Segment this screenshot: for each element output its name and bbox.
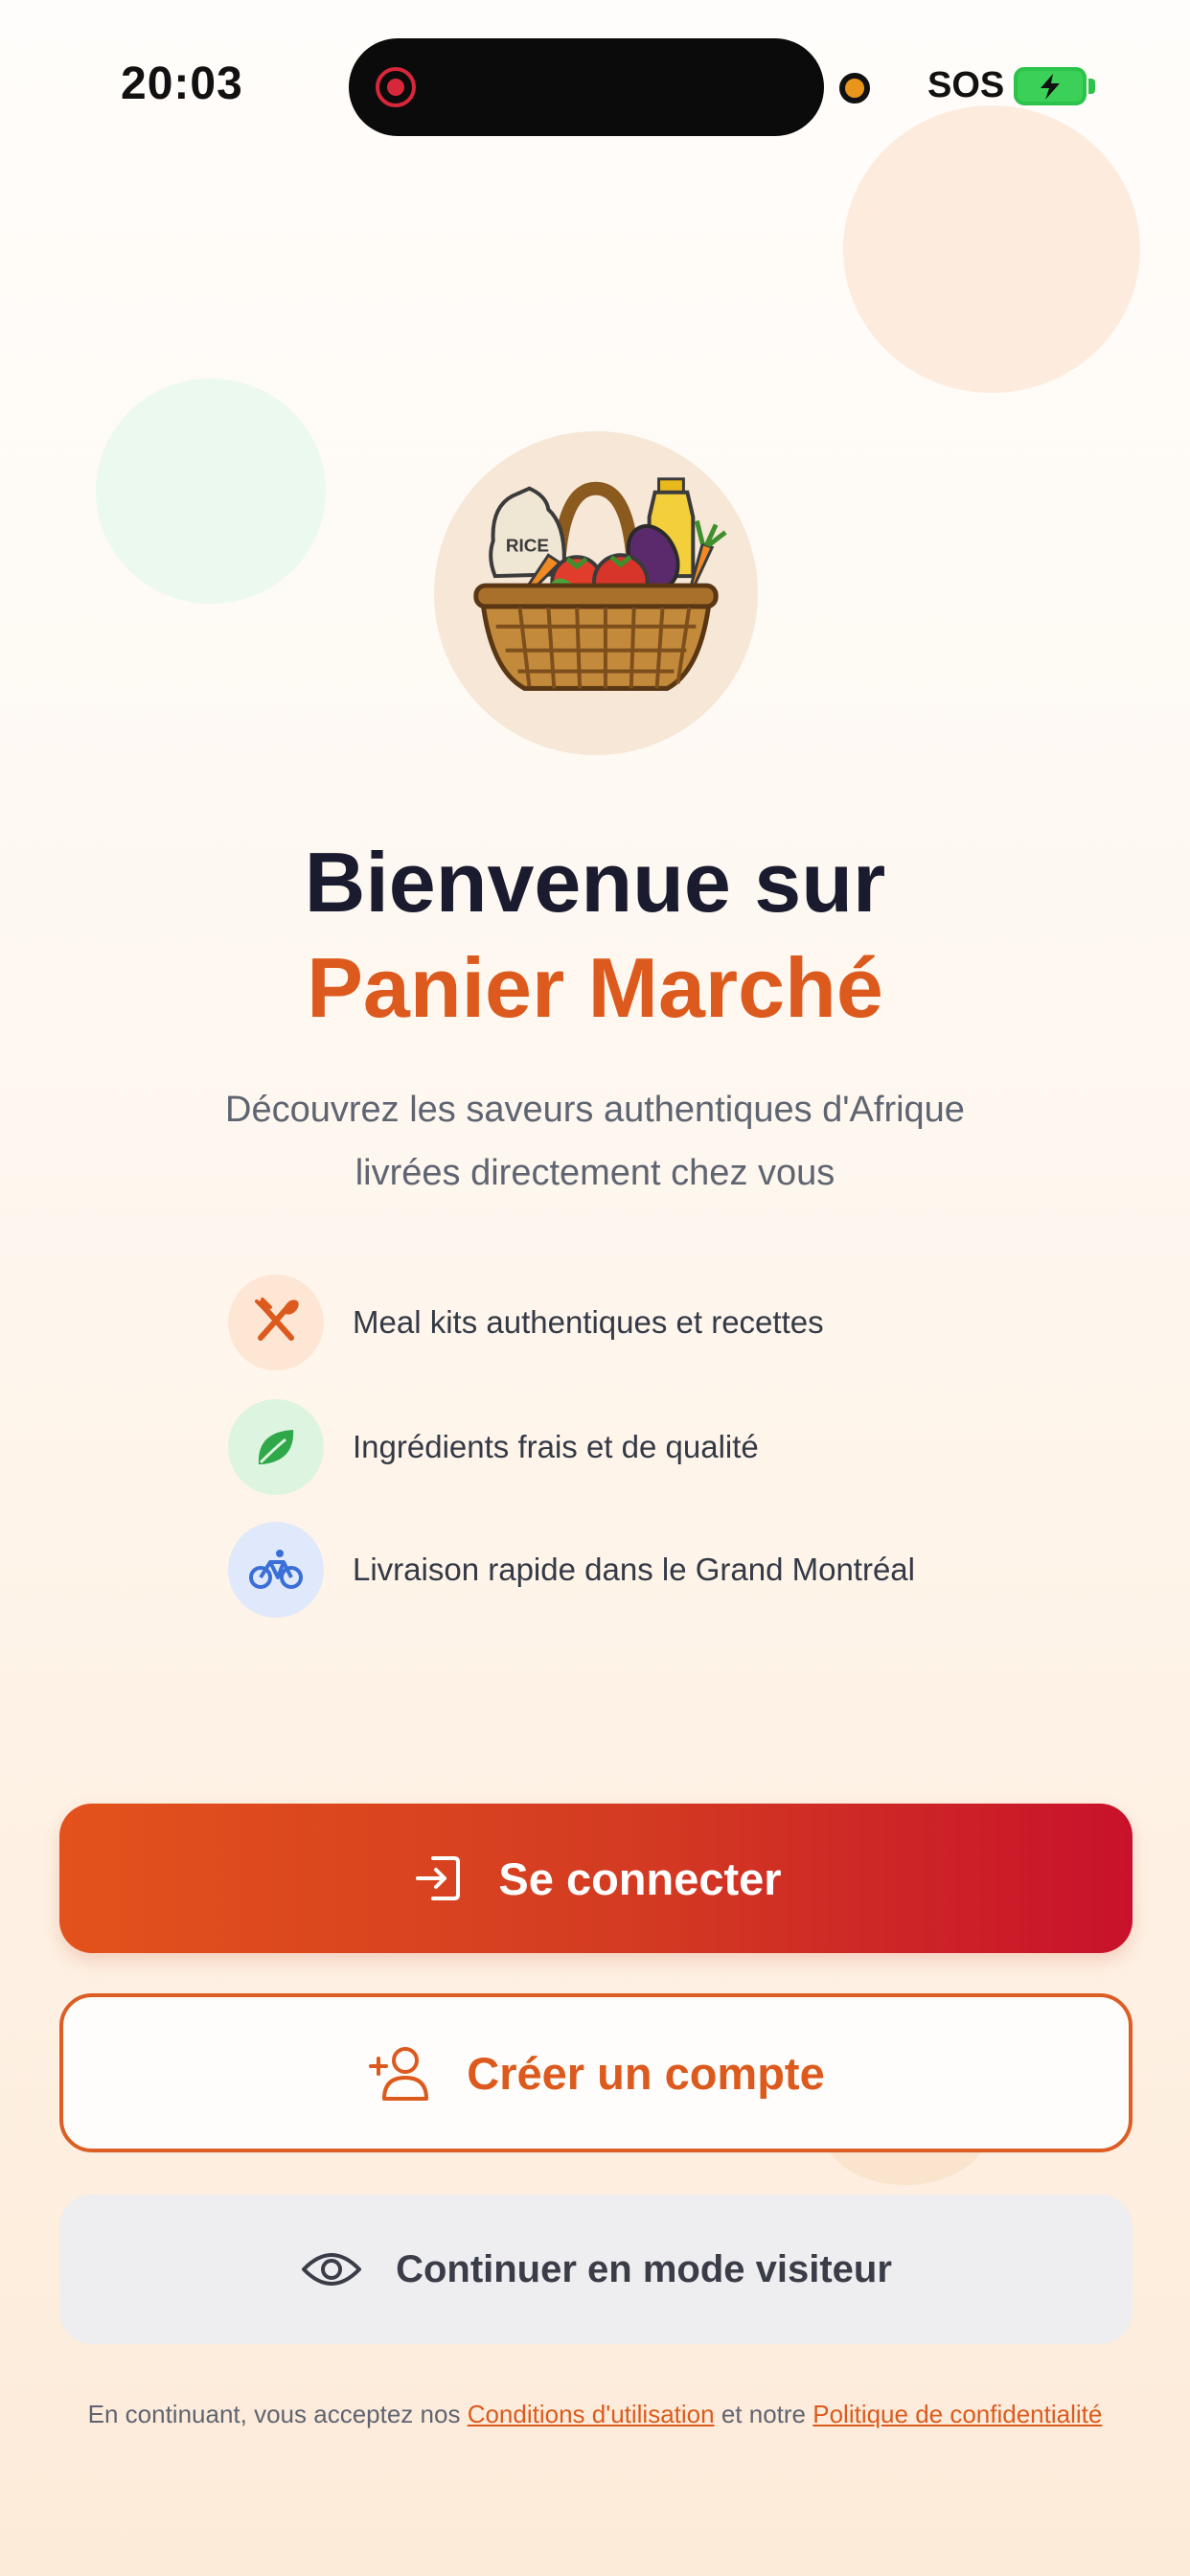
decorative-peach-circle [843, 105, 1140, 393]
feature-fresh-ingredients: Ingrédients frais et de qualité [228, 1399, 1090, 1495]
login-icon [416, 1856, 461, 1900]
welcome-title: Bienvenue sur [304, 835, 886, 930]
legal-middle: et notre [721, 2400, 806, 2428]
bicycle-icon [228, 1522, 324, 1618]
decorative-green-circle [96, 379, 326, 604]
battery-icon [1014, 67, 1087, 105]
feature-label: Meal kits authentiques et recettes [353, 1304, 824, 1340]
terms-link[interactable]: Conditions d'utilisation [468, 2400, 715, 2428]
welcome-subtitle: Découvrez les saveurs authentiques d'Afr… [0, 1078, 1190, 1205]
login-button[interactable]: Se connecter [59, 1804, 1133, 1953]
privacy-policy-link[interactable]: Politique de confidentialité [812, 2400, 1102, 2428]
leaf-icon [228, 1399, 324, 1495]
feature-fast-delivery: Livraison rapide dans le Grand Montréal [228, 1522, 1090, 1618]
sos-indicator: SOS [927, 65, 1005, 105]
subtitle-line-1: Découvrez les saveurs authentiques d'Afr… [225, 1090, 965, 1130]
utensils-icon [228, 1275, 324, 1370]
rice-bag-label: RICE [506, 535, 549, 555]
battery-cap [1088, 79, 1095, 94]
feature-label: Ingrédients frais et de qualité [353, 1429, 759, 1464]
user-plus-icon [369, 2047, 429, 2101]
register-button-label: Créer un compte [467, 2047, 825, 2099]
recording-indicator-icon [376, 67, 416, 107]
privacy-indicator-icon [839, 73, 870, 104]
basket-icon: RICE [473, 477, 727, 691]
dynamic-island [349, 38, 824, 136]
register-button[interactable]: Créer un compte [59, 1993, 1133, 2152]
legal-footer: En continuant, vous acceptez nos Conditi… [86, 2396, 1104, 2432]
guest-mode-button-label: Continuer en mode visiteur [396, 2247, 892, 2290]
login-button-label: Se connecter [498, 1852, 782, 1904]
feature-meal-kits: Meal kits authentiques et recettes [228, 1275, 1090, 1370]
eye-icon [302, 2253, 362, 2286]
feature-label: Livraison rapide dans le Grand Montréal [353, 1552, 915, 1587]
legal-prefix: En continuant, vous acceptez nos [87, 2400, 461, 2428]
status-time: 20:03 [121, 58, 243, 109]
guest-mode-button[interactable]: Continuer en mode visiteur [59, 2195, 1133, 2344]
brand-name: Panier Marché [307, 940, 883, 1035]
subtitle-line-2: livrées directement chez vous [355, 1153, 835, 1193]
